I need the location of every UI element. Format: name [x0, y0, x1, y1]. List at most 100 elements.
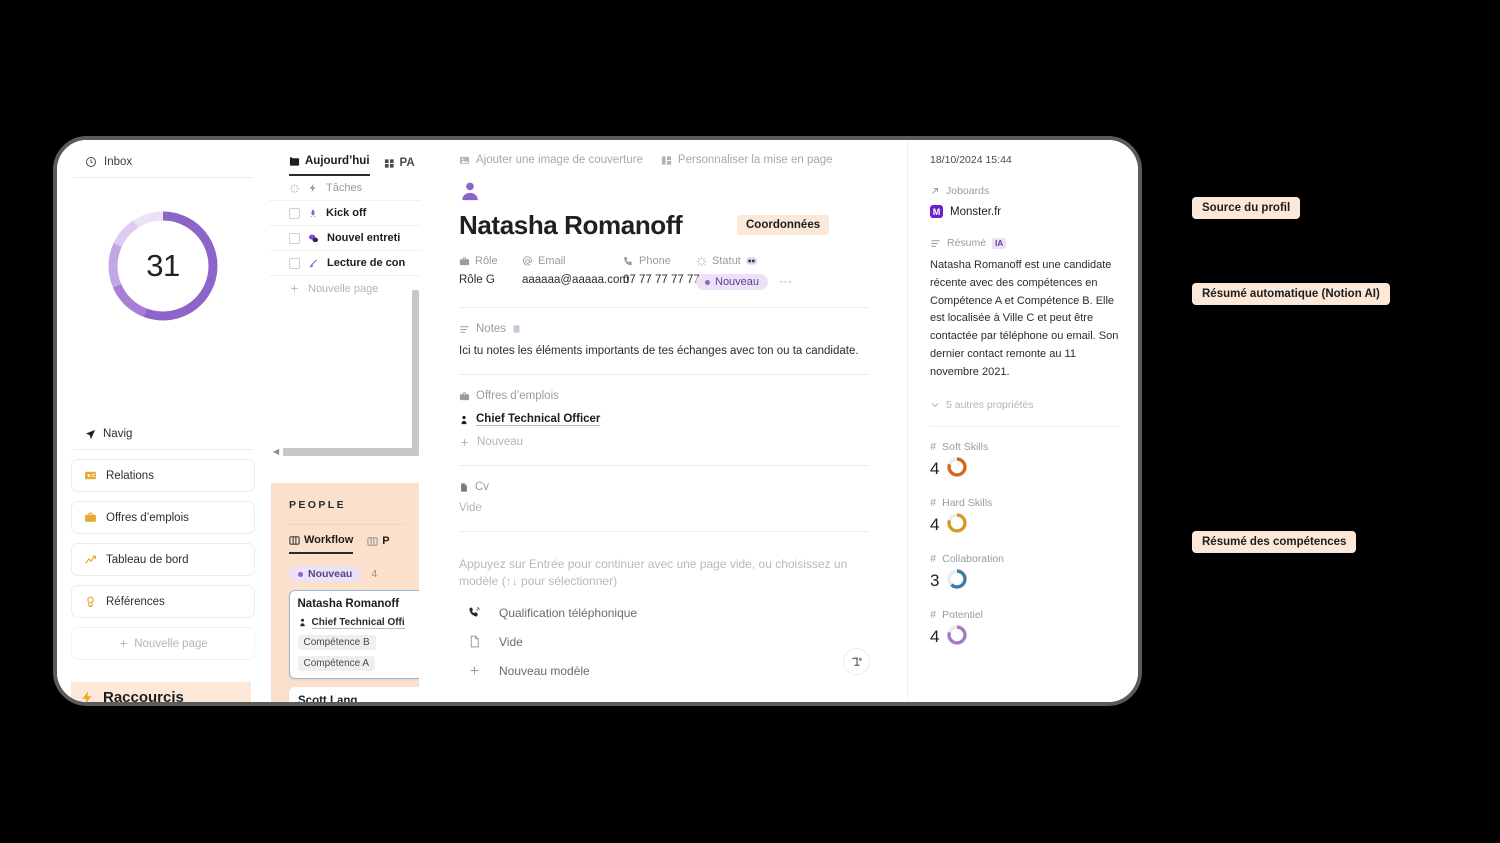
jobs-new-label: Nouveau: [477, 436, 524, 448]
navigation-arrow-icon: [85, 429, 96, 440]
task-checkbox[interactable]: [289, 232, 300, 244]
tab-p[interactable]: P: [367, 534, 390, 554]
scrollbar-thumb[interactable]: [283, 448, 419, 456]
loading-spinner-icon: [289, 183, 300, 194]
kanban-tabs: Workflow P: [271, 525, 419, 554]
property-label: Phone: [623, 255, 696, 267]
hash-icon: #: [930, 608, 937, 621]
lightning-icon: [80, 690, 95, 702]
plus-icon: [118, 638, 129, 649]
sidebar-shortcuts-header[interactable]: Raccourcis: [71, 682, 251, 702]
card-tag: Compétence A: [297, 655, 376, 671]
kanban-card[interactable]: Scott Lang Sales Manager Compétence B: [289, 687, 419, 702]
app-screen: Inbox 31 Navig Relations Offres d’emploi…: [57, 140, 1138, 702]
status-badge[interactable]: Nouveau: [289, 566, 362, 582]
task-checkbox[interactable]: [289, 207, 300, 219]
middle-row-task[interactable]: Lecture de con: [269, 251, 421, 276]
briefcase-icon: [84, 511, 97, 524]
middle-row-task[interactable]: Kick off: [269, 201, 421, 226]
joboards-label-text: Joboards: [946, 185, 990, 197]
sidebar-item-relations[interactable]: Relations: [71, 459, 255, 492]
property-label-text: Email: [538, 255, 566, 267]
job-link-label: Chief Technical Officer: [476, 413, 601, 426]
customize-layout-button[interactable]: Personnaliser la mise en page: [661, 154, 833, 166]
divider-4: [459, 531, 869, 532]
property-label-text: Statut: [712, 255, 741, 267]
sidebar-item-inbox[interactable]: Inbox: [71, 140, 255, 177]
layout-icon: [661, 155, 672, 166]
property-phone[interactable]: Phone 07 77 77 77 77: [623, 255, 700, 290]
status-label: Nouveau: [308, 568, 353, 580]
notes-label-text: Notes: [476, 323, 507, 335]
property-role[interactable]: Rôle Rôle G: [459, 255, 522, 290]
job-link[interactable]: Chief Technical Officer: [459, 413, 869, 426]
plus-icon: [459, 437, 470, 448]
tab-pa[interactable]: PA: [384, 157, 415, 176]
briefcase-icon: [459, 256, 470, 267]
sidebar-item-references[interactable]: Références: [71, 585, 255, 618]
metric-label: # Collaboration: [930, 553, 1120, 565]
joboard-source-label: Monster.fr: [950, 205, 1002, 218]
property-label-text: Rôle: [475, 255, 498, 267]
metric-value-row: 4: [930, 624, 1120, 651]
tab-aujourdhui[interactable]: Aujourd’hui: [289, 155, 370, 176]
cv-label-text: Cv: [475, 481, 490, 493]
avatar[interactable]: [459, 180, 869, 207]
property-statut[interactable]: Statut Nouveau ⋯: [696, 255, 793, 290]
sidebar-item-label: Références: [106, 595, 165, 608]
template-option-qualification[interactable]: Qualification téléphonique: [459, 606, 869, 620]
status-badge[interactable]: Nouveau: [696, 274, 769, 290]
jobs-new-button[interactable]: Nouveau: [459, 436, 869, 448]
ai-summary-text: Natasha Romanoff est une candidate récen…: [930, 259, 1119, 378]
tab-label: Aujourd’hui: [305, 155, 370, 167]
property-value: Rôle G: [459, 274, 495, 286]
text-lines-icon: [459, 324, 470, 335]
template-option-nouveau-modele[interactable]: Nouveau modèle: [459, 664, 869, 678]
more-properties-toggle[interactable]: 5 autres propriétés: [930, 399, 1120, 411]
tab-workflow[interactable]: Workflow: [289, 534, 354, 554]
property-email[interactable]: Email aaaaaa@aaaaa.com: [522, 255, 629, 290]
monster-icon: M: [930, 205, 943, 218]
metric-label: # Potentiel: [930, 609, 1120, 621]
card-role: Chief Technical Offi: [298, 617, 420, 629]
metric-label-text: Potentiel: [942, 608, 983, 621]
property-label-text: Phone: [639, 255, 671, 267]
calendar-icon: [289, 156, 300, 167]
metric-label-text: Soft Skills: [942, 440, 989, 453]
template-option-vide[interactable]: Vide: [459, 635, 869, 649]
more-options-icon[interactable]: ⋯: [779, 274, 793, 290]
middle-row-task[interactable]: Nouvel entreti: [269, 226, 421, 251]
sidebar-item-offres-demplois[interactable]: Offres d’emplois: [71, 501, 255, 534]
ai-badge: IA: [992, 237, 1007, 249]
phone-icon: [623, 256, 634, 267]
speech-bubbles-icon: [308, 233, 319, 244]
kanban-group-header: Nouveau 4: [271, 554, 419, 582]
plus-icon: [468, 664, 481, 677]
person-pin-icon: [298, 617, 307, 628]
middle-vertical-scrollbar[interactable]: [412, 290, 419, 450]
template-hint: Appuyez sur Entrée pour continuer avec u…: [459, 557, 848, 589]
task-checkbox[interactable]: [289, 257, 300, 269]
metric-label-text: Collaboration: [942, 552, 1004, 565]
ai-assistant-button[interactable]: [843, 648, 870, 675]
board-icon: [289, 535, 300, 546]
add-cover-button[interactable]: Ajouter une image de couverture: [459, 154, 643, 166]
sidebar-item-tableau-de-bord[interactable]: Tableau de bord: [71, 543, 255, 576]
medal-icon: [84, 595, 97, 608]
sidebar-divider: [73, 177, 253, 178]
phone-ring-icon: [468, 606, 481, 619]
sidebar-inbox-label: Inbox: [104, 156, 133, 168]
add-cover-label: Ajouter une image de couverture: [476, 154, 643, 166]
sidebar-donut-chart: 31: [71, 208, 255, 324]
joboard-source[interactable]: M Monster.fr: [930, 205, 1120, 218]
sidebar-item-label: Offres d’emplois: [106, 511, 189, 524]
middle-row-label: Lecture de con: [327, 257, 406, 269]
kanban-card[interactable]: Natasha Romanoff Chief Technical Offi Co…: [289, 590, 419, 679]
middle-new-page-button[interactable]: Nouvelle page: [269, 276, 421, 301]
middle-horizontal-scrollbar[interactable]: ◀: [271, 447, 419, 457]
sidebar-new-page-button[interactable]: Nouvelle page: [71, 627, 255, 660]
rocket-icon: [308, 208, 318, 219]
tab-label: P: [382, 535, 390, 547]
metric-potentiel: # Potentiel 4: [930, 609, 1120, 651]
at-icon: [522, 255, 533, 267]
